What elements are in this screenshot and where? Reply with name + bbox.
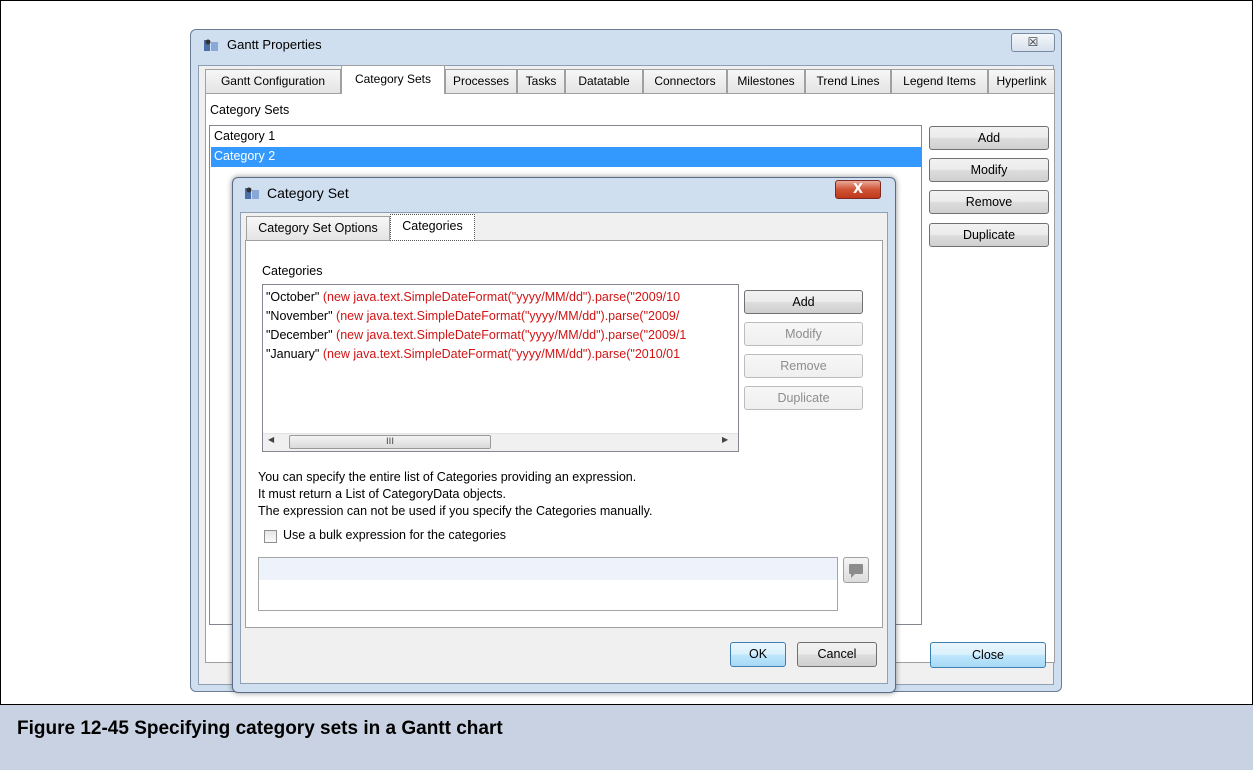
tab-category-set-options[interactable]: Category Set Options: [246, 216, 390, 240]
category-duplicate-button[interactable]: Duplicate: [744, 386, 863, 410]
tab-legend-items[interactable]: Legend Items: [891, 69, 988, 93]
figure-caption: Figure 12-45 Specifying category sets in…: [17, 718, 503, 739]
tab-tasks[interactable]: Tasks: [517, 69, 565, 93]
category-remove-button[interactable]: Remove: [744, 354, 863, 378]
list-item[interactable]: "November" (new java.text.SimpleDateForm…: [266, 308, 736, 325]
category-add-button[interactable]: Add: [744, 290, 863, 314]
bulk-expression-label: Use a bulk expression for the categories: [283, 528, 507, 542]
dialog-title: Category Set: [267, 185, 349, 201]
help-text-line-1: You can specify the entire list of Categ…: [258, 470, 637, 484]
dialog-close-button[interactable]: X: [835, 180, 881, 199]
tab-gantt-configuration[interactable]: Gantt Configuration: [205, 69, 341, 93]
categories-list[interactable]: "October" (new java.text.SimpleDateForma…: [262, 284, 739, 452]
window-close-button[interactable]: ☒: [1011, 33, 1055, 52]
remove-button[interactable]: Remove: [929, 190, 1049, 214]
expression-editor-icon: [849, 564, 863, 578]
categories-label: Categories: [262, 264, 323, 278]
tab-connectors[interactable]: Connectors: [643, 69, 727, 93]
close-button[interactable]: Close: [930, 642, 1046, 668]
tab-hyperlink[interactable]: Hyperlink: [988, 69, 1055, 93]
list-item[interactable]: "December" (new java.text.SimpleDateForm…: [266, 327, 736, 344]
scroll-right-icon[interactable]: ▶: [722, 435, 728, 444]
help-text-line-2: It must return a List of CategoryData ob…: [258, 487, 507, 501]
expression-editor-button[interactable]: [843, 557, 869, 583]
dialog-app-icon: [245, 187, 259, 199]
help-text-line-3: The expression can not be used if you sp…: [258, 504, 653, 518]
list-item[interactable]: "January" (new java.text.SimpleDateForma…: [266, 346, 736, 363]
tab-trend-lines[interactable]: Trend Lines: [805, 69, 891, 93]
list-item-category-2[interactable]: Category 2: [211, 147, 921, 167]
expression-current-line: [259, 558, 837, 580]
app-icon: [204, 39, 218, 51]
list-item-category-1[interactable]: Category 1: [211, 127, 921, 147]
duplicate-button[interactable]: Duplicate: [929, 223, 1049, 247]
scroll-left-icon[interactable]: ◀: [268, 435, 274, 444]
tab-datatable[interactable]: Datatable: [565, 69, 643, 93]
window-title: Gantt Properties: [227, 37, 322, 52]
ok-button[interactable]: OK: [730, 642, 786, 667]
bulk-expression-checkbox[interactable]: [264, 530, 277, 543]
modify-button[interactable]: Modify: [929, 158, 1049, 182]
tab-processes[interactable]: Processes: [445, 69, 517, 93]
tab-milestones[interactable]: Milestones: [727, 69, 805, 93]
cancel-button[interactable]: Cancel: [797, 642, 877, 667]
list-item[interactable]: "October" (new java.text.SimpleDateForma…: [266, 289, 736, 306]
add-button[interactable]: Add: [929, 126, 1049, 150]
category-modify-button[interactable]: Modify: [744, 322, 863, 346]
tab-categories[interactable]: Categories: [390, 214, 475, 241]
scroll-thumb[interactable]: III: [289, 435, 491, 449]
tab-category-sets[interactable]: Category Sets: [341, 65, 445, 94]
category-sets-label: Category Sets: [210, 103, 290, 117]
